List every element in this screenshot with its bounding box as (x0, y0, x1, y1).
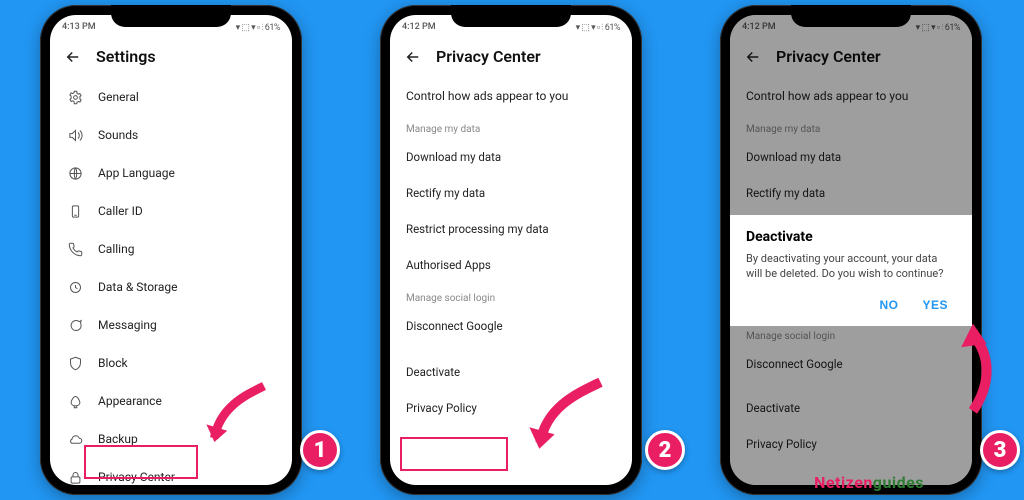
phone-icon (66, 240, 84, 258)
status-indicators: ▾ ⬚ ▾ ▫ ⫶ 61% (576, 22, 620, 33)
sidebar-item-callerid[interactable]: Caller ID (50, 192, 292, 230)
status-indicators: ▾ ⬚ ▾ ▫ ⫶ 61% (916, 22, 960, 33)
screen-deactivate: 4:12 PM ▾ ⬚ ▾ ▫ ⫶ 61% Privacy Center Con… (730, 15, 972, 485)
settings-item-label: Backup (98, 432, 138, 446)
row-download-data[interactable]: Download my data (390, 139, 632, 175)
header: Privacy Center (390, 37, 632, 78)
row-download-data: Download my data (730, 139, 972, 175)
dialog-body: By deactivating your account, your data … (746, 251, 956, 282)
row-authorised[interactable]: Authorised Apps (390, 247, 632, 283)
back-icon (744, 48, 762, 66)
page-title: Privacy Center (436, 47, 541, 66)
row-disconnect-google: Disconnect Google (730, 346, 972, 382)
sidebar-item-appearance[interactable]: Appearance (50, 382, 292, 420)
time-icon (66, 278, 84, 296)
status-time: 4:12 PM (402, 22, 436, 32)
settings-item-label: Sounds (98, 128, 138, 142)
screen-privacy: 4:12 PM ▾ ⬚ ▾ ▫ ⫶ 61% Privacy Center Con… (390, 15, 632, 485)
gear-icon (66, 88, 84, 106)
status-time: 4:13 PM (62, 22, 96, 32)
settings-item-label: Data & Storage (98, 280, 178, 294)
sidebar-item-language[interactable]: App Language (50, 154, 292, 192)
page-title: Privacy Center (776, 47, 881, 66)
step-badge-3: 3 (980, 430, 1020, 470)
globe-icon (66, 164, 84, 182)
page-title: Settings (96, 47, 156, 66)
back-icon[interactable] (404, 48, 422, 66)
row-restrict[interactable]: Restrict processing my data (390, 211, 632, 247)
row-ads: Control how ads appear to you (730, 78, 972, 114)
row-deactivate: Deactivate (730, 390, 972, 426)
notch (111, 5, 231, 27)
lock-icon (66, 468, 84, 485)
phone-step-1: 4:13 PM ▾ ⬚ ▾ ▫ ⫶ 61% Settings General S… (40, 5, 302, 495)
phone-step-3: 4:12 PM ▾ ⬚ ▾ ▫ ⫶ 61% Privacy Center Con… (720, 5, 982, 495)
settings-list: General Sounds App Language Caller ID Ca… (50, 78, 292, 485)
watermark: Netizenguides (814, 473, 924, 492)
row-rectify-data[interactable]: Rectify my data (390, 175, 632, 211)
phone-id-icon (66, 202, 84, 220)
sidebar-item-general[interactable]: General (50, 78, 292, 116)
chat-icon (66, 316, 84, 334)
step-badge-2: 2 (645, 430, 685, 470)
settings-item-label: Appearance (98, 394, 162, 408)
brush-icon (66, 392, 84, 410)
section-manage-data: Manage my data (390, 114, 632, 139)
section-manage-data: Manage my data (730, 114, 972, 139)
status-indicators: ▾ ⬚ ▾ ▫ ⫶ 61% (236, 22, 280, 33)
notch (451, 5, 571, 27)
notch (791, 5, 911, 27)
row-disconnect-google[interactable]: Disconnect Google (390, 308, 632, 344)
settings-item-label: Privacy Center (98, 470, 175, 484)
settings-item-label: Messaging (98, 318, 157, 332)
step-badge-1: 1 (300, 430, 340, 470)
sidebar-item-storage[interactable]: Data & Storage (50, 268, 292, 306)
dialog-deactivate: Deactivate By deactivating your account,… (730, 215, 972, 326)
back-icon[interactable] (64, 48, 82, 66)
dialog-title: Deactivate (746, 229, 956, 245)
no-button[interactable]: NO (879, 296, 898, 314)
settings-item-label: Caller ID (98, 204, 143, 218)
sidebar-item-sounds[interactable]: Sounds (50, 116, 292, 154)
screen-settings: 4:13 PM ▾ ⬚ ▾ ▫ ⫶ 61% Settings General S… (50, 15, 292, 485)
sidebar-item-calling[interactable]: Calling (50, 230, 292, 268)
row-privacy-policy[interactable]: Privacy Policy (390, 390, 632, 426)
settings-item-label: General (98, 90, 139, 104)
header: Privacy Center (730, 37, 972, 78)
sidebar-item-block[interactable]: Block (50, 344, 292, 382)
row-privacy-policy: Privacy Policy (730, 426, 972, 462)
status-time: 4:12 PM (742, 22, 776, 32)
cloud-icon (66, 430, 84, 448)
dialog-actions: NO YES (746, 292, 956, 318)
yes-button[interactable]: YES (916, 296, 954, 314)
sidebar-item-privacy[interactable]: Privacy Center (50, 458, 292, 485)
highlight-privacy-policy (400, 437, 508, 471)
sound-icon (66, 126, 84, 144)
settings-item-label: App Language (98, 166, 175, 180)
row-rectify-data: Rectify my data (730, 175, 972, 211)
settings-item-label: Calling (98, 242, 134, 256)
header: Settings (50, 37, 292, 78)
sidebar-item-backup[interactable]: Backup (50, 420, 292, 458)
row-ads[interactable]: Control how ads appear to you (390, 78, 632, 114)
section-social-login: Manage social login (390, 283, 632, 308)
phone-step-2: 4:12 PM ▾ ⬚ ▾ ▫ ⫶ 61% Privacy Center Con… (380, 5, 642, 495)
row-deactivate[interactable]: Deactivate (390, 354, 632, 390)
shield-icon (66, 354, 84, 372)
sidebar-item-messaging[interactable]: Messaging (50, 306, 292, 344)
settings-item-label: Block (98, 356, 128, 370)
